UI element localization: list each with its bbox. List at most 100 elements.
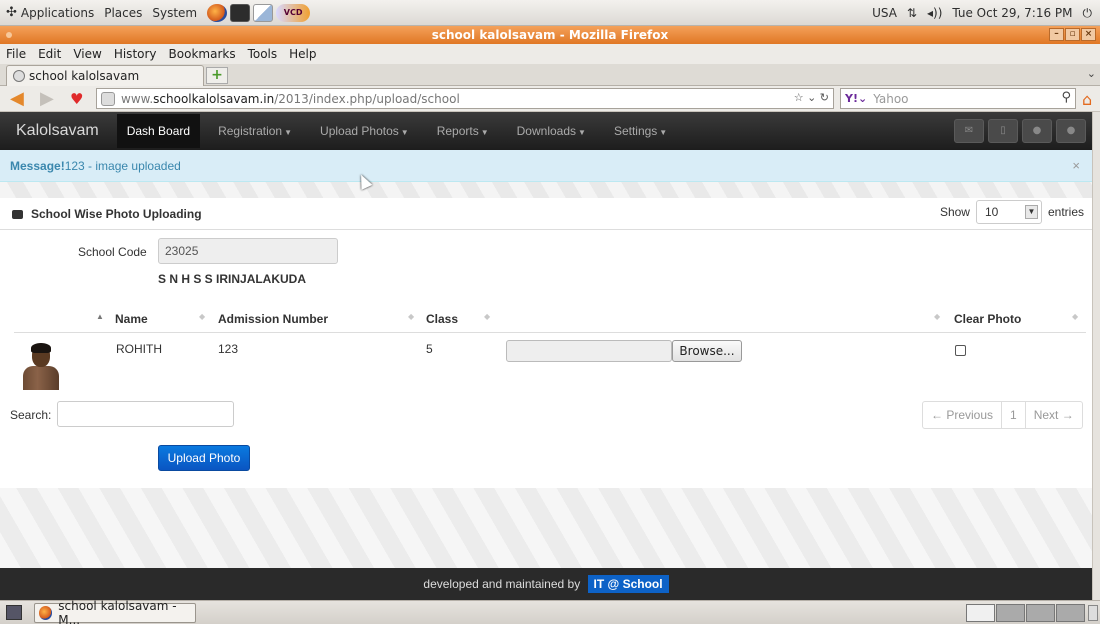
column-name[interactable]: Name — [115, 312, 148, 326]
places-menu[interactable]: Places — [104, 6, 142, 20]
school-code-label: School Code — [78, 245, 147, 259]
terminal-icon[interactable] — [230, 3, 251, 22]
logout-icon[interactable]: ● — [1056, 119, 1086, 143]
gnome-foot-icon: ✣ — [6, 5, 17, 20]
column-class[interactable]: Class — [426, 312, 458, 326]
volume-icon[interactable]: ◂)) — [927, 6, 942, 20]
previous-page-button[interactable]: ← Previous — [923, 402, 1003, 428]
home-icon[interactable]: ⌂ — [1082, 90, 1092, 109]
keyboard-layout[interactable]: USA — [872, 6, 897, 20]
menu-bookmarks[interactable]: Bookmarks — [169, 47, 236, 61]
search-bar[interactable]: Y!⌄ Yahoo ⚲ — [840, 88, 1076, 109]
clock[interactable]: Tue Oct 29, 7:16 PM — [952, 6, 1072, 20]
show-desktop-icon[interactable] — [6, 605, 22, 620]
window-titlebar: school kalolsavam - Mozilla Firefox – ▫ … — [0, 26, 1100, 44]
nav-icon-group: ✉ ▯ ● ● — [954, 119, 1086, 143]
workspace-3[interactable] — [1026, 604, 1055, 622]
entries-label: entries — [1047, 205, 1084, 219]
minimize-icon[interactable]: – — [1049, 28, 1064, 41]
footer-text: developed and maintained by — [423, 577, 581, 591]
url-bar[interactable]: www. schoolkalolsavam.in/2013/index.php/u… — [96, 88, 834, 109]
close-icon[interactable]: × — [1081, 28, 1096, 41]
page-scrollbar[interactable] — [1092, 112, 1100, 600]
it-school-logo: IT @ School — [587, 575, 669, 593]
bottom-taskbar: school kalolsavam - M... — [0, 599, 1100, 624]
mail-icon[interactable]: ✉ — [954, 119, 984, 143]
menu-edit[interactable]: Edit — [38, 47, 61, 61]
decorative-band-bottom — [0, 488, 1092, 568]
workspace-1[interactable] — [966, 604, 995, 622]
alert-prefix: Message! — [10, 159, 65, 173]
nav-reports[interactable]: Reports ▼ — [437, 124, 489, 138]
nav-downloads[interactable]: Downloads ▼ — [517, 124, 586, 138]
photo-file-input[interactable] — [506, 340, 672, 362]
site-brand[interactable]: Kalolsavam — [16, 122, 99, 140]
sort-icon[interactable]: ◆ — [934, 312, 940, 321]
menu-history[interactable]: History — [114, 47, 157, 61]
sort-icon[interactable]: ◆ — [408, 312, 414, 321]
browse-button[interactable]: Browse... — [672, 340, 742, 362]
sort-asc-icon[interactable]: ▲ — [96, 312, 104, 321]
nav-upload-photos[interactable]: Upload Photos ▼ — [320, 124, 409, 138]
sort-icon[interactable]: ◆ — [484, 312, 490, 321]
top-panel: ✣Applications Places System VCD DVD USA … — [0, 0, 1100, 35]
trash-icon[interactable] — [1088, 605, 1098, 621]
network-icon[interactable]: ⇅ — [907, 6, 917, 20]
new-tab-button[interactable]: + — [206, 67, 228, 84]
school-code-field: 23025 — [158, 238, 338, 264]
system-menu[interactable]: System — [152, 6, 197, 20]
back-arrow-icon[interactable]: ◀ — [10, 89, 32, 109]
search-icon[interactable]: ⚲ — [1061, 90, 1071, 105]
workspace-4[interactable] — [1056, 604, 1085, 622]
table-header: ▲ Name ◆ Admission Number ◆ Class ◆ ◆ Cl… — [14, 305, 1086, 333]
column-admission-number[interactable]: Admission Number — [218, 312, 328, 326]
nav-registration[interactable]: Registration ▼ — [218, 124, 292, 138]
entries-select[interactable]: 10 ▼ — [975, 200, 1042, 224]
window-menu-icon[interactable] — [6, 32, 12, 38]
select-arrow-icon: ▼ — [1024, 205, 1038, 219]
menu-view[interactable]: View — [73, 47, 101, 61]
student-name: ROHITH — [116, 342, 162, 356]
page-1-button[interactable]: 1 — [1002, 402, 1026, 428]
user-icon[interactable]: ▯ — [988, 119, 1018, 143]
tab-school-kalolsavam[interactable]: school kalolsavam — [6, 65, 204, 86]
url-domain: schoolkalolsavam.in — [153, 91, 275, 106]
reload-icon[interactable]: ↻ — [820, 91, 829, 104]
tab-list-chevron-icon[interactable]: ⌄ — [1087, 67, 1096, 80]
menu-help[interactable]: Help — [289, 47, 316, 61]
menu-file[interactable]: File — [6, 47, 26, 61]
caret-icon: ▼ — [659, 128, 668, 137]
window-title: school kalolsavam - Mozilla Firefox — [431, 28, 669, 42]
dropdown-icon[interactable]: ⌄ — [807, 91, 816, 104]
text-editor-icon[interactable] — [253, 3, 274, 22]
table-search-input[interactable] — [57, 401, 234, 427]
yahoo-engine-icon[interactable]: Y!⌄ — [845, 92, 867, 105]
url-actions: ☆ ⌄ ↻ — [794, 91, 829, 104]
taskbar-firefox-window[interactable]: school kalolsavam - M... — [34, 599, 196, 624]
column-clear-photo[interactable]: Clear Photo — [954, 312, 1021, 326]
maximize-icon[interactable]: ▫ — [1065, 28, 1080, 41]
menu-tools[interactable]: Tools — [248, 47, 278, 61]
tab-title: school kalolsavam — [29, 69, 140, 83]
site-navbar: Kalolsavam Dash Board Registration ▼ Uplo… — [0, 112, 1092, 150]
nav-settings[interactable]: Settings ▼ — [614, 124, 667, 138]
star-icon[interactable]: ☆ — [794, 91, 804, 104]
power-icon[interactable]: ⏻ — [1083, 6, 1093, 21]
vcd-dvd-player-icon[interactable]: VCD DVD — [276, 3, 311, 35]
sort-icon[interactable]: ◆ — [1072, 312, 1078, 321]
workspace-2[interactable] — [996, 604, 1025, 622]
settings-icon[interactable]: ● — [1022, 119, 1052, 143]
sort-icon[interactable]: ◆ — [199, 312, 205, 321]
nav-dashboard[interactable]: Dash Board — [116, 114, 201, 148]
upload-photo-button[interactable]: Upload Photo — [158, 445, 250, 471]
firefox-icon[interactable] — [207, 3, 228, 22]
clear-photo-checkbox[interactable] — [955, 345, 966, 356]
bookmark-heart-icon[interactable]: ♥ — [70, 90, 83, 108]
applications-menu[interactable]: ✣ Applications — [6, 5, 94, 20]
forward-arrow-icon[interactable]: ▶ — [40, 89, 62, 109]
site-identity-icon[interactable] — [101, 91, 115, 106]
next-page-button[interactable]: Next → — [1026, 402, 1082, 428]
alert-close-icon[interactable]: × — [1072, 158, 1080, 173]
table-row: ROHITH 123 5 Browse... — [14, 333, 1086, 393]
site-footer: developed and maintained by IT @ School — [0, 568, 1092, 600]
